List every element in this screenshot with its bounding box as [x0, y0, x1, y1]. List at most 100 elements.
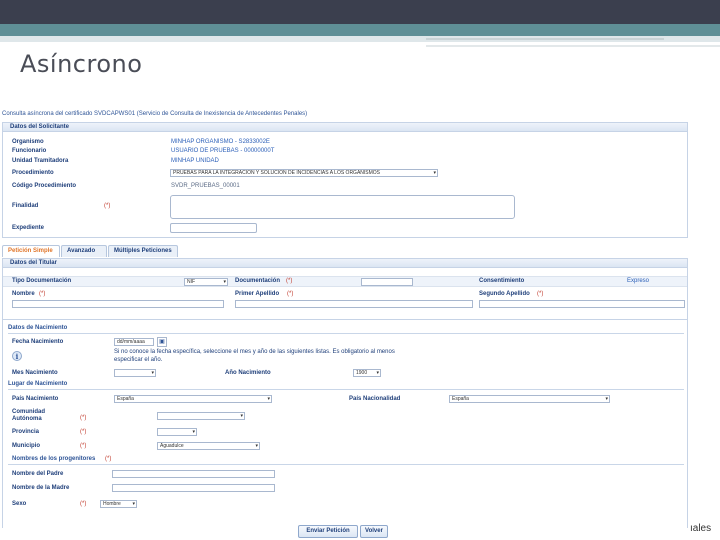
tab-peticion-simple[interactable]: Petición Simple	[2, 245, 60, 257]
volver-button[interactable]: Volver	[360, 525, 388, 538]
sexo-value: Hombre	[103, 501, 121, 507]
fecha-label: Fecha Nacimiento	[12, 339, 64, 345]
solicitante-heading: Datos del Solicitante	[3, 123, 687, 132]
nacimiento-panel: Datos de Nacimiento Fecha Nacimiento dd/…	[2, 320, 688, 528]
finalidad-textarea[interactable]	[170, 195, 515, 219]
pais-value: España	[117, 396, 134, 402]
decor-line	[426, 45, 720, 47]
pais-nacionalidad-label: País Nacionalidad	[349, 396, 401, 402]
progenitores-heading: Nombres de los progenitores	[12, 456, 96, 462]
primer-apellido-input[interactable]	[235, 300, 473, 308]
cutoff-text: ıales	[690, 523, 712, 534]
tipo-doc-label: Tipo Documentación	[12, 278, 72, 284]
titular-heading: Datos del Titular	[3, 259, 687, 268]
organismo-value: MINHAP ORGANISMO - S2833002E	[171, 139, 270, 145]
procedimiento-label: Procedimiento	[12, 170, 54, 176]
codigo-label: Código Procedimiento	[12, 183, 77, 189]
mes-label: Mes Nacimiento	[12, 370, 58, 376]
segundo-apellido-input[interactable]	[479, 300, 685, 308]
chevron-down-icon: ▾	[267, 396, 270, 402]
segundo-apellido-required: (*)	[537, 291, 544, 297]
decor-line	[426, 38, 664, 40]
documentacion-label: Documentación	[235, 278, 281, 284]
info-icon: i	[12, 351, 22, 361]
tabs-bar: Petición Simple Avanzado Múltiples Petic…	[2, 245, 688, 258]
fecha-placeholder: dd/mm/aaaa	[117, 339, 145, 345]
documentacion-required: (*)	[286, 278, 293, 284]
sexo-required: (*)	[80, 501, 87, 507]
comunidad-required: (*)	[80, 415, 87, 421]
calendar-icon[interactable]: ▣	[157, 337, 167, 347]
chevron-down-icon: ▾	[151, 370, 154, 376]
slide-title: Asíncrono	[20, 50, 143, 78]
tab-multiples-peticiones[interactable]: Múltiples Peticiones	[108, 245, 178, 257]
madre-input[interactable]	[112, 484, 275, 492]
chevron-down-icon: ▾	[223, 279, 226, 285]
fecha-input[interactable]: dd/mm/aaaa	[114, 338, 154, 346]
fecha-hint: Si no conoce la fecha específica, selecc…	[114, 349, 395, 363]
chevron-down-icon: ▾	[605, 396, 608, 402]
expediente-input[interactable]	[170, 223, 257, 233]
form-screenshot: Consulta asíncrona del certificado SVDCA…	[0, 108, 690, 540]
lugar-separator	[8, 389, 684, 390]
pais-nacionalidad-value: España	[452, 396, 469, 402]
primer-apellido-label: Primer Apellido	[235, 291, 280, 297]
chevron-down-icon: ▾	[433, 170, 436, 176]
enviar-peticion-button[interactable]: Enviar Petición	[298, 525, 358, 538]
nombre-input[interactable]	[12, 300, 224, 308]
unidad-label: Unidad Tramitadora	[12, 158, 69, 164]
provincia-select[interactable]: ▾	[157, 428, 197, 436]
municipio-select[interactable]: Aguadulce ▾	[157, 442, 260, 450]
expediente-label: Expediente	[12, 225, 45, 231]
ano-value: 1900	[356, 370, 368, 376]
ano-label: Año Nacimiento	[225, 370, 271, 376]
provincia-required: (*)	[80, 429, 87, 435]
sexo-label: Sexo	[12, 501, 27, 507]
documentacion-input[interactable]	[361, 278, 413, 286]
solicitante-panel: Datos del Solicitante Organismo MINHAP O…	[2, 122, 688, 238]
padre-label: Nombre del Padre	[12, 471, 64, 477]
provincia-label: Provincia	[12, 429, 40, 435]
finalidad-label: Finalidad	[12, 203, 39, 209]
chevron-down-icon: ▾	[240, 413, 243, 419]
form-title: Consulta asíncrona del certificado SVDCA…	[2, 111, 308, 117]
funcionario-value: USUARIO DE PRUEBAS - 00000000T	[171, 148, 275, 154]
consentimiento-value: Expreso	[627, 278, 650, 284]
chevron-down-icon: ▾	[192, 429, 195, 435]
nacimiento-heading: Datos de Nacimiento	[8, 325, 68, 331]
municipio-required: (*)	[80, 443, 87, 449]
slide-top-band	[0, 0, 720, 24]
sexo-select[interactable]: Hombre ▾	[100, 500, 137, 508]
progenitores-required: (*)	[105, 456, 112, 462]
funcionario-label: Funcionario	[12, 148, 47, 154]
procedimiento-select-value: PRUEBAS PARA LA INTEGRACION Y SOLUCION D…	[173, 170, 380, 176]
progenitores-separator	[8, 464, 684, 465]
procedimiento-select[interactable]: PRUEBAS PARA LA INTEGRACION Y SOLUCION D…	[170, 169, 438, 177]
comunidad-select[interactable]: ▾	[157, 412, 245, 420]
comunidad-label: Comunidad Autónoma	[12, 409, 45, 422]
tab-avanzado[interactable]: Avanzado	[61, 245, 107, 257]
nombre-label: Nombre	[12, 291, 35, 297]
titular-row-bg	[3, 276, 687, 287]
madre-label: Nombre de la Madre	[12, 485, 70, 491]
municipio-label: Municipio	[12, 443, 40, 449]
nombre-required: (*)	[39, 291, 46, 297]
pais-nacionalidad-select[interactable]: España ▾	[449, 395, 610, 403]
tipo-doc-select[interactable]: NIF ▾	[184, 278, 228, 286]
chevron-down-icon: ▾	[255, 443, 258, 449]
pais-label: País Nacimiento	[12, 396, 59, 402]
organismo-label: Organismo	[12, 139, 44, 145]
primer-apellido-required: (*)	[287, 291, 294, 297]
finalidad-required: (*)	[104, 203, 111, 209]
lugar-heading: Lugar de Nacimiento	[8, 381, 68, 387]
municipio-value: Aguadulce	[160, 443, 184, 449]
chevron-down-icon: ▾	[376, 370, 379, 376]
codigo-value: SVDR_PRUEBAS_00001	[171, 183, 240, 189]
mes-select[interactable]: ▾	[114, 369, 156, 377]
pais-select[interactable]: España ▾	[114, 395, 272, 403]
ano-select[interactable]: 1900 ▾	[353, 369, 381, 377]
nacimiento-separator	[8, 333, 684, 334]
consentimiento-label: Consentimiento	[479, 278, 525, 284]
padre-input[interactable]	[112, 470, 275, 478]
segundo-apellido-label: Segundo Apellido	[479, 291, 530, 297]
